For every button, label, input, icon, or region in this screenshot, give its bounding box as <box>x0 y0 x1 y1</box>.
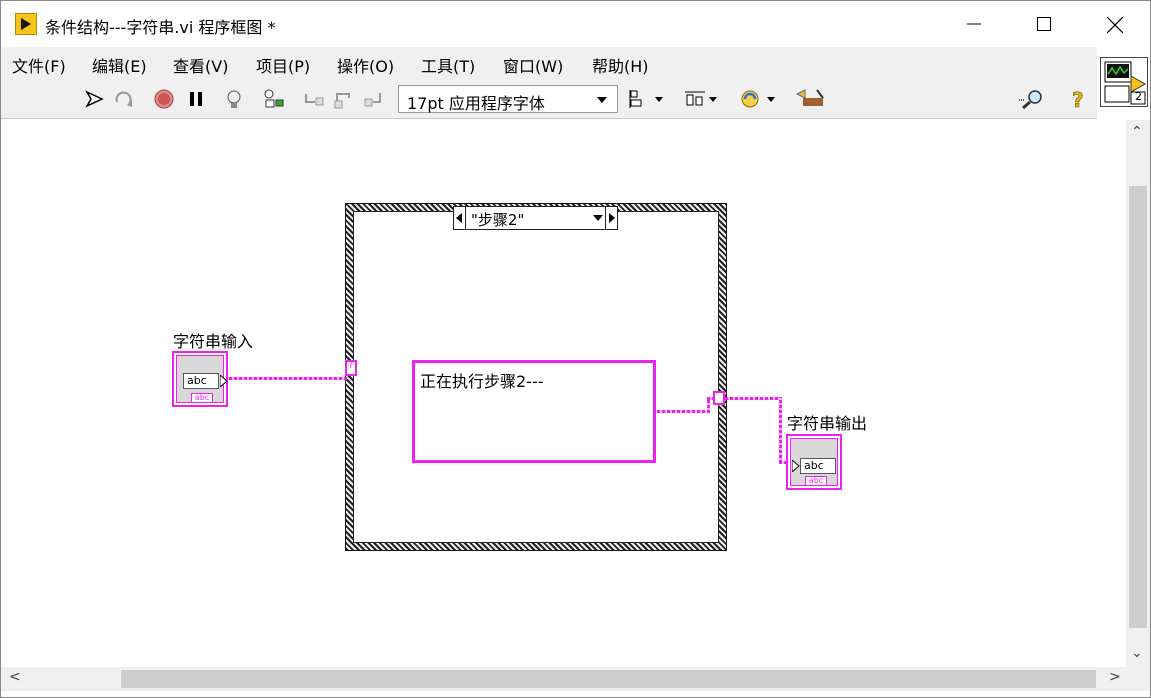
wire-tunnel-to-output-a[interactable] <box>725 397 781 400</box>
window-title: 条件结构---字符串.vi 程序框图 * <box>45 18 276 37</box>
step-into-icon[interactable] <box>303 88 325 110</box>
menu-help[interactable]: 帮助(H) <box>592 53 649 77</box>
title-bar: 条件结构---字符串.vi 程序框图 * <box>1 1 1150 47</box>
scroll-right-icon[interactable]: > <box>1109 669 1121 685</box>
maximize-button[interactable] <box>1009 1 1079 47</box>
next-case-icon[interactable] <box>605 207 617 229</box>
menu-bar: 文件(F) 编辑(E) 查看(V) 项目(P) 操作(O) 工具(T) 窗口(W… <box>1 47 1097 79</box>
case-selector-label[interactable]: "步骤2" <box>453 206 618 230</box>
string-input-terminal[interactable]: abc abc <box>172 351 228 407</box>
wire-tunnel-to-output-b[interactable] <box>779 397 782 463</box>
string-constant[interactable]: 正在执行步骤2--- <box>412 360 656 463</box>
output-arrow-icon <box>220 375 228 387</box>
string-constant-text: 正在执行步骤2--- <box>420 372 544 391</box>
svg-text:?: ? <box>1072 88 1084 110</box>
horizontal-scrollbar[interactable]: < > <box>1 667 1126 691</box>
step-out-icon[interactable] <box>363 88 385 110</box>
terminal-type-box: abc <box>183 373 219 389</box>
connector-number: 2 <box>1135 90 1142 103</box>
labview-app-icon <box>15 13 37 35</box>
scroll-up-icon[interactable]: ⌃ <box>1131 124 1143 140</box>
cleanup-diagram-icon[interactable] <box>795 88 827 110</box>
chevron-down-icon <box>597 97 607 103</box>
retain-wire-values-icon[interactable] <box>263 88 285 110</box>
scroll-left-icon[interactable]: < <box>9 669 21 685</box>
run-arrow-icon[interactable] <box>84 88 106 110</box>
labview-block-diagram-window: 条件结构---字符串.vi 程序框图 * 文件(F) 编辑(E) 查看(V) 项… <box>0 0 1151 698</box>
string-output-terminal[interactable]: abc abc <box>786 434 842 490</box>
run-continuous-icon[interactable] <box>113 88 135 110</box>
vi-icon-connector-pane[interactable]: 2 <box>1100 57 1148 107</box>
vertical-scrollbar[interactable]: ⌃ ⌄ <box>1126 120 1150 667</box>
font-select-dropdown[interactable]: 17pt 应用程序字体 <box>398 85 618 113</box>
search-icon[interactable] <box>1018 88 1048 110</box>
menu-project[interactable]: 项目(P) <box>256 53 310 77</box>
minimize-icon <box>967 23 981 25</box>
abort-icon[interactable] <box>153 88 175 110</box>
menu-operate[interactable]: 操作(O) <box>337 53 394 77</box>
terminal-type-subtext: abc <box>191 393 213 403</box>
reorder-icon[interactable] <box>739 88 777 110</box>
vertical-scroll-thumb[interactable] <box>1129 186 1147 628</box>
help-icon[interactable]: ? <box>1067 88 1089 110</box>
highlight-execution-icon[interactable] <box>223 88 245 110</box>
selector-terminal-glyph: ? <box>348 360 354 371</box>
output-terminal-label: 字符串输出 <box>787 414 868 433</box>
menu-file[interactable]: 文件(F) <box>12 53 66 77</box>
prev-case-icon[interactable] <box>454 207 466 229</box>
wire-constant-to-tunnel-a[interactable] <box>657 410 709 413</box>
font-select-value: 17pt 应用程序字体 <box>407 94 545 113</box>
input-terminal-label: 字符串输入 <box>173 332 254 351</box>
terminal-type-box: abc <box>800 458 836 474</box>
menu-view[interactable]: 查看(V) <box>173 53 228 77</box>
case-selector-value: "步骤2" <box>471 211 525 229</box>
close-icon <box>1107 17 1123 33</box>
minimize-button[interactable] <box>939 1 1009 47</box>
scroll-down-icon[interactable]: ⌄ <box>1131 645 1143 661</box>
menu-edit[interactable]: 编辑(E) <box>92 53 147 77</box>
input-arrow-icon <box>792 460 800 472</box>
menu-window[interactable]: 窗口(W) <box>503 53 563 77</box>
close-button[interactable] <box>1079 1 1149 47</box>
case-selector-terminal[interactable]: ? <box>345 360 357 376</box>
step-over-icon[interactable] <box>333 88 355 110</box>
distribute-objects-icon[interactable] <box>683 88 719 110</box>
size-grip[interactable] <box>1126 667 1150 691</box>
maximize-icon <box>1037 17 1051 31</box>
pause-icon[interactable] <box>185 88 207 110</box>
align-objects-icon[interactable] <box>629 88 665 110</box>
wire-constant-to-tunnel-c[interactable] <box>707 397 715 400</box>
horizontal-scroll-thumb[interactable] <box>121 670 1096 688</box>
wire-input-to-selector[interactable] <box>229 377 347 380</box>
toolbar: 17pt 应用程序字体 ? <box>1 79 1097 119</box>
menu-tools[interactable]: 工具(T) <box>421 53 475 77</box>
terminal-type-subtext: abc <box>805 476 827 486</box>
chevron-down-icon[interactable] <box>593 215 603 221</box>
